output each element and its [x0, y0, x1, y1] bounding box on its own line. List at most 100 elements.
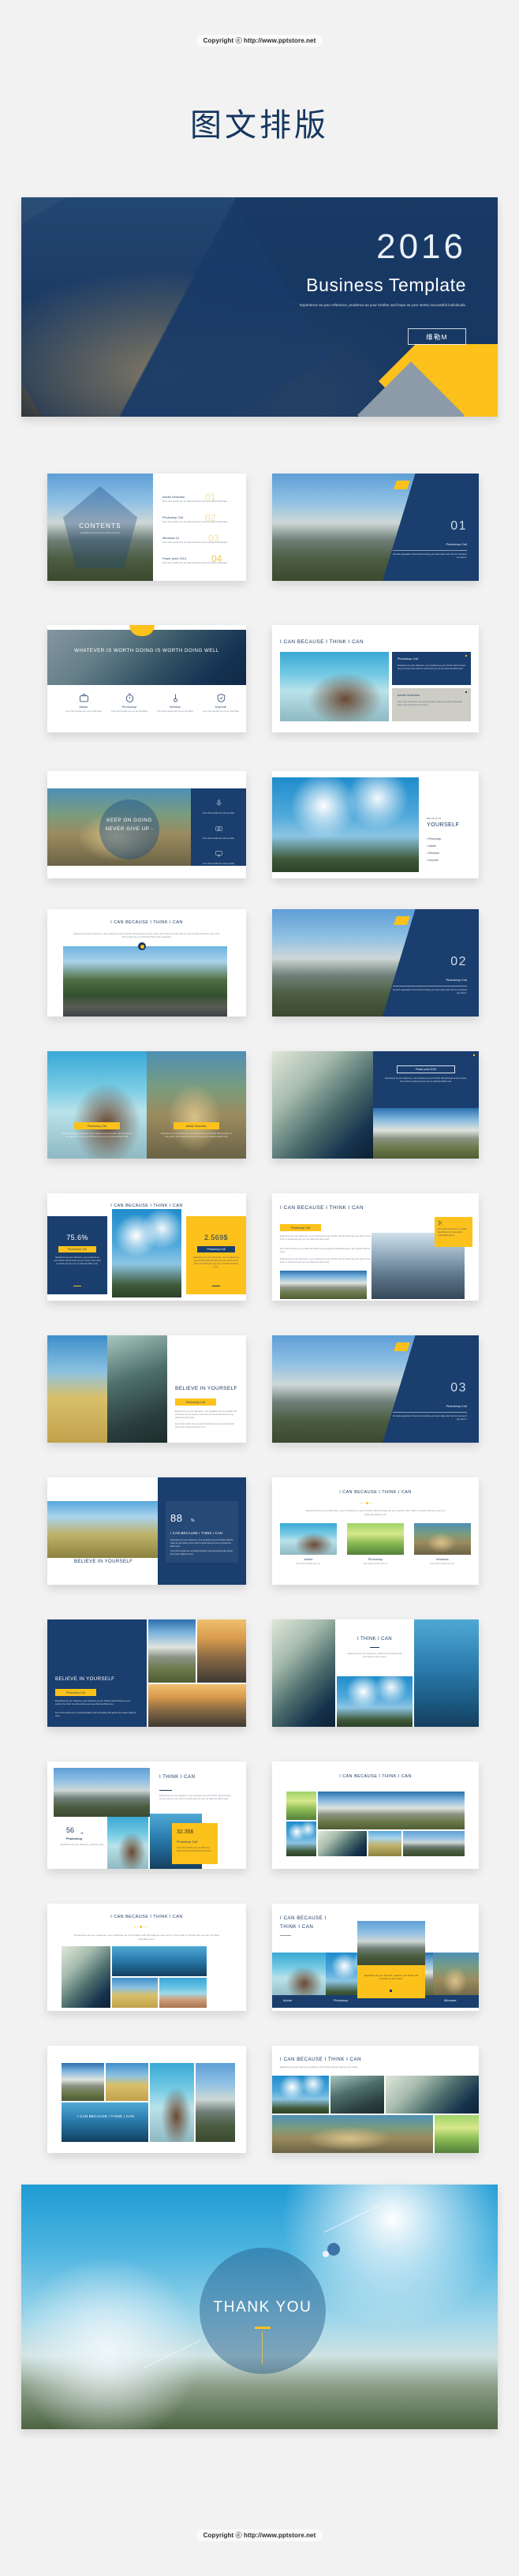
side-item[interactable]: Four short words sum and up what — [191, 847, 246, 866]
slide-section-03[interactable]: 03 Photoshop Cs6 the best preparation fo… — [272, 1335, 479, 1443]
slide-two-photo[interactable]: Photoshop Cs6 Experience as your referen… — [47, 1051, 246, 1159]
slide-stat-56[interactable]: I THINK I CAN Experience as your referen… — [47, 1762, 246, 1869]
hero-title: Business Template — [306, 275, 466, 295]
card-item[interactable]: Photoshop Four short words sum up. — [347, 1523, 404, 1566]
content-chip[interactable]: Photoshop Cs6 — [55, 1689, 96, 1696]
mosaic-tile — [286, 1822, 316, 1856]
quote-side-panel: Four short words sum and up what Four sh… — [191, 788, 246, 866]
slide-three-cards[interactable]: I CAN BECAUSE I THINK I CAN Experience a… — [272, 1477, 479, 1585]
item-label: Adobe Illustrator — [162, 496, 185, 499]
slide-text-photos[interactable]: I CAN BECAUSE I THINK I CAN Photoshop Cs… — [272, 1193, 479, 1301]
tab-item[interactable]: Photoshop — [334, 1999, 348, 2002]
dot-indicator[interactable] — [134, 1926, 148, 1928]
hero-slide[interactable]: 2016 Business Template Experience as you… — [21, 197, 498, 417]
slide-road[interactable]: I CAN BECAUSE I THINK I CAN Experience a… — [47, 909, 246, 1017]
slide-mosaic-c[interactable]: I CAN BECAUSE I THINK I CAN — [47, 2046, 246, 2153]
slide-keep-going[interactable]: Four short words sum and up what Four sh… — [47, 771, 246, 878]
note-card[interactable]: Four short words sum up what has lifted … — [435, 1217, 472, 1247]
mosaic-tile — [368, 1831, 401, 1856]
panel-title: Power point 2013 — [397, 1065, 455, 1073]
hero-button[interactable]: 维勒M — [408, 328, 466, 345]
slide-heading: I THINK I CAN — [357, 1637, 393, 1642]
slide-heading: I THINK I CAN — [159, 1774, 196, 1780]
photo-right-chip[interactable]: Adobe Illustrator — [174, 1122, 219, 1129]
dot — [144, 1926, 145, 1928]
sea-photo — [414, 1619, 479, 1727]
item-desc: Four short words sum up what has lifted … — [162, 500, 228, 503]
photo-left-chip[interactable]: Photoshop Cs6 — [74, 1122, 120, 1129]
feature-adobe[interactable]: Adobe Four short words sum up an has lif… — [65, 693, 103, 713]
dot — [372, 1502, 375, 1504]
slide-think-center[interactable]: I THINK I CAN Experience as your referen… — [272, 1619, 479, 1727]
dot-active — [366, 1502, 369, 1504]
slide-stats-two[interactable]: I CAN BECAUSE I THINK I CAN 75.6% Photos… — [47, 1193, 246, 1301]
mosaic-tile — [435, 2115, 479, 2153]
slide-tabs-yellow[interactable]: I CAN BECAUSE I THINK I CAN Adobe Photos… — [272, 1904, 479, 2011]
content-chip[interactable]: Photoshop Cs6 — [175, 1398, 216, 1406]
slide-mosaic-d[interactable]: I CAN BECAUSE I THINK I CAN Experience a… — [272, 2046, 479, 2153]
feature-photoshop[interactable]: Photoshop Four short words sum up an has… — [110, 693, 148, 713]
accent-square — [465, 691, 467, 694]
slide-heading: I CAN BECAUSE I THINK I CAN — [110, 920, 183, 925]
slide-stat-88[interactable]: 88 % I CAN BECAUSE I THINK I CAN Experie… — [47, 1477, 246, 1585]
side-item[interactable]: Four short words sum and up what — [191, 822, 246, 841]
slide-icons-4[interactable]: WHATEVER IS WORTH DOING IS WORTH DOING W… — [47, 625, 246, 732]
card-photo — [280, 1523, 337, 1555]
side-item[interactable]: Four short words sum and up what — [191, 796, 246, 815]
dot — [360, 1502, 362, 1504]
bullet-item[interactable]: • Windows — [427, 852, 439, 855]
slide-thank-you[interactable]: THANK YOU — [21, 2185, 498, 2429]
stat-chip[interactable]: Photoshop Cs6 — [58, 1246, 96, 1252]
hero-year: 2016 — [376, 227, 466, 266]
dot — [370, 1502, 372, 1504]
tab-item[interactable]: Adobe — [283, 1999, 292, 2002]
tab-item[interactable]: Windows — [444, 1999, 457, 2002]
feature-window[interactable]: Window Four short words sum up an has li… — [156, 693, 194, 713]
text-panel: I THINK I CAN Experience as your referen… — [337, 1619, 413, 1676]
stat-card-yellow[interactable]: 2.569$ Photoshop Cs6 Experience as your … — [186, 1216, 246, 1294]
slide-mosaic-a[interactable]: I CAN BECAUSE I THINK I CAN — [272, 1762, 479, 1869]
feature-desc: Four short words sum up an has lifted — [157, 710, 193, 713]
slide-believe-tower[interactable]: BELIEVE IN YOURSELF Photoshop Cs6 Experi… — [47, 1335, 246, 1443]
card-item[interactable]: Adobe Four short words sum up. — [280, 1523, 337, 1566]
divider — [159, 1790, 172, 1791]
slide-powerpoint-panel[interactable]: Power point 2013 Experience as your refe… — [272, 1051, 479, 1159]
content-chip[interactable]: Photoshop Cs6 — [280, 1224, 321, 1231]
card-gray[interactable]: Adobe Illustrator Four short words sum u… — [392, 688, 471, 721]
slide-contents[interactable]: CONTENTS preparation for tomorrow is doi… — [47, 474, 246, 581]
yellow-card[interactable]: 32.356 Photoshop Cs6 Four short words su… — [172, 1823, 218, 1864]
navy-panel: Power point 2013 Experience as your refe… — [373, 1051, 479, 1108]
card-item[interactable]: Windows Four short words sum up. — [414, 1523, 471, 1566]
mosaic-tile — [286, 1792, 316, 1820]
feature-keynote[interactable]: Keynote Four short words sum up an has l… — [202, 693, 240, 713]
overlay-panel[interactable]: Experience as your reference, prudence y… — [357, 1965, 425, 1998]
card-desc: Four short words sum up. — [430, 1563, 455, 1565]
slide-believe-grid[interactable]: BELIEVE IN YOURSELF Photoshop Cs6 Experi… — [47, 1619, 246, 1727]
mountain-photo — [373, 1108, 479, 1159]
slide-beach-cards[interactable]: I CAN BECAUSE I THINK I CAN Photoshop Cs… — [272, 625, 479, 732]
bullet-item[interactable]: • Adobe — [427, 844, 436, 848]
paragraph: Experience as your reference, your prude… — [175, 1410, 237, 1420]
stat-chip[interactable]: Photoshop Cs6 — [197, 1246, 235, 1252]
copyright-bottom: Copyright ⓒ http://www.pptstore.net — [0, 2529, 519, 2541]
paragraph: Four short words sum up what has lifted … — [175, 1423, 234, 1429]
slide-mosaic-b[interactable]: I CAN BECAUSE I THINK I CAN Experience a… — [47, 1904, 246, 2011]
mosaic-tile — [106, 2063, 148, 2101]
slide-heading: I CAN BECAUSE I THINK I CAN — [280, 639, 364, 645]
play-badge[interactable] — [138, 942, 146, 950]
bullet-item[interactable]: • Photoshop — [427, 837, 441, 841]
dot-indicator[interactable] — [360, 1502, 375, 1504]
monitor-icon — [215, 851, 222, 857]
bullet-item[interactable]: • Keynote — [427, 859, 439, 862]
slide-heading: I CAN BECAUSE I THINK I CAN — [339, 1774, 412, 1779]
section-sub: the best preparation for tomorrow is doi… — [392, 553, 467, 560]
decor-circle-large — [327, 2243, 340, 2256]
stat-card-navy[interactable]: 75.6% Photoshop Cs6 Experience as your r… — [47, 1216, 107, 1294]
believe-title: YOURSELF — [427, 821, 460, 828]
slide-section-01[interactable]: 01 Photoshop Cs6 the best preparation fo… — [272, 474, 479, 581]
card-navy[interactable]: Photoshop Cs6 Experience as your referen… — [392, 652, 471, 685]
slide-section-02[interactable]: 02 Photoshop Cs6 the best preparation fo… — [272, 909, 479, 1017]
paragraph: Experience as your reference, your prude… — [55, 1700, 131, 1706]
dot — [363, 1502, 365, 1504]
slide-believe-list[interactable]: BELIEVE IN YOURSELF • Photoshop • Adobe … — [272, 771, 479, 878]
